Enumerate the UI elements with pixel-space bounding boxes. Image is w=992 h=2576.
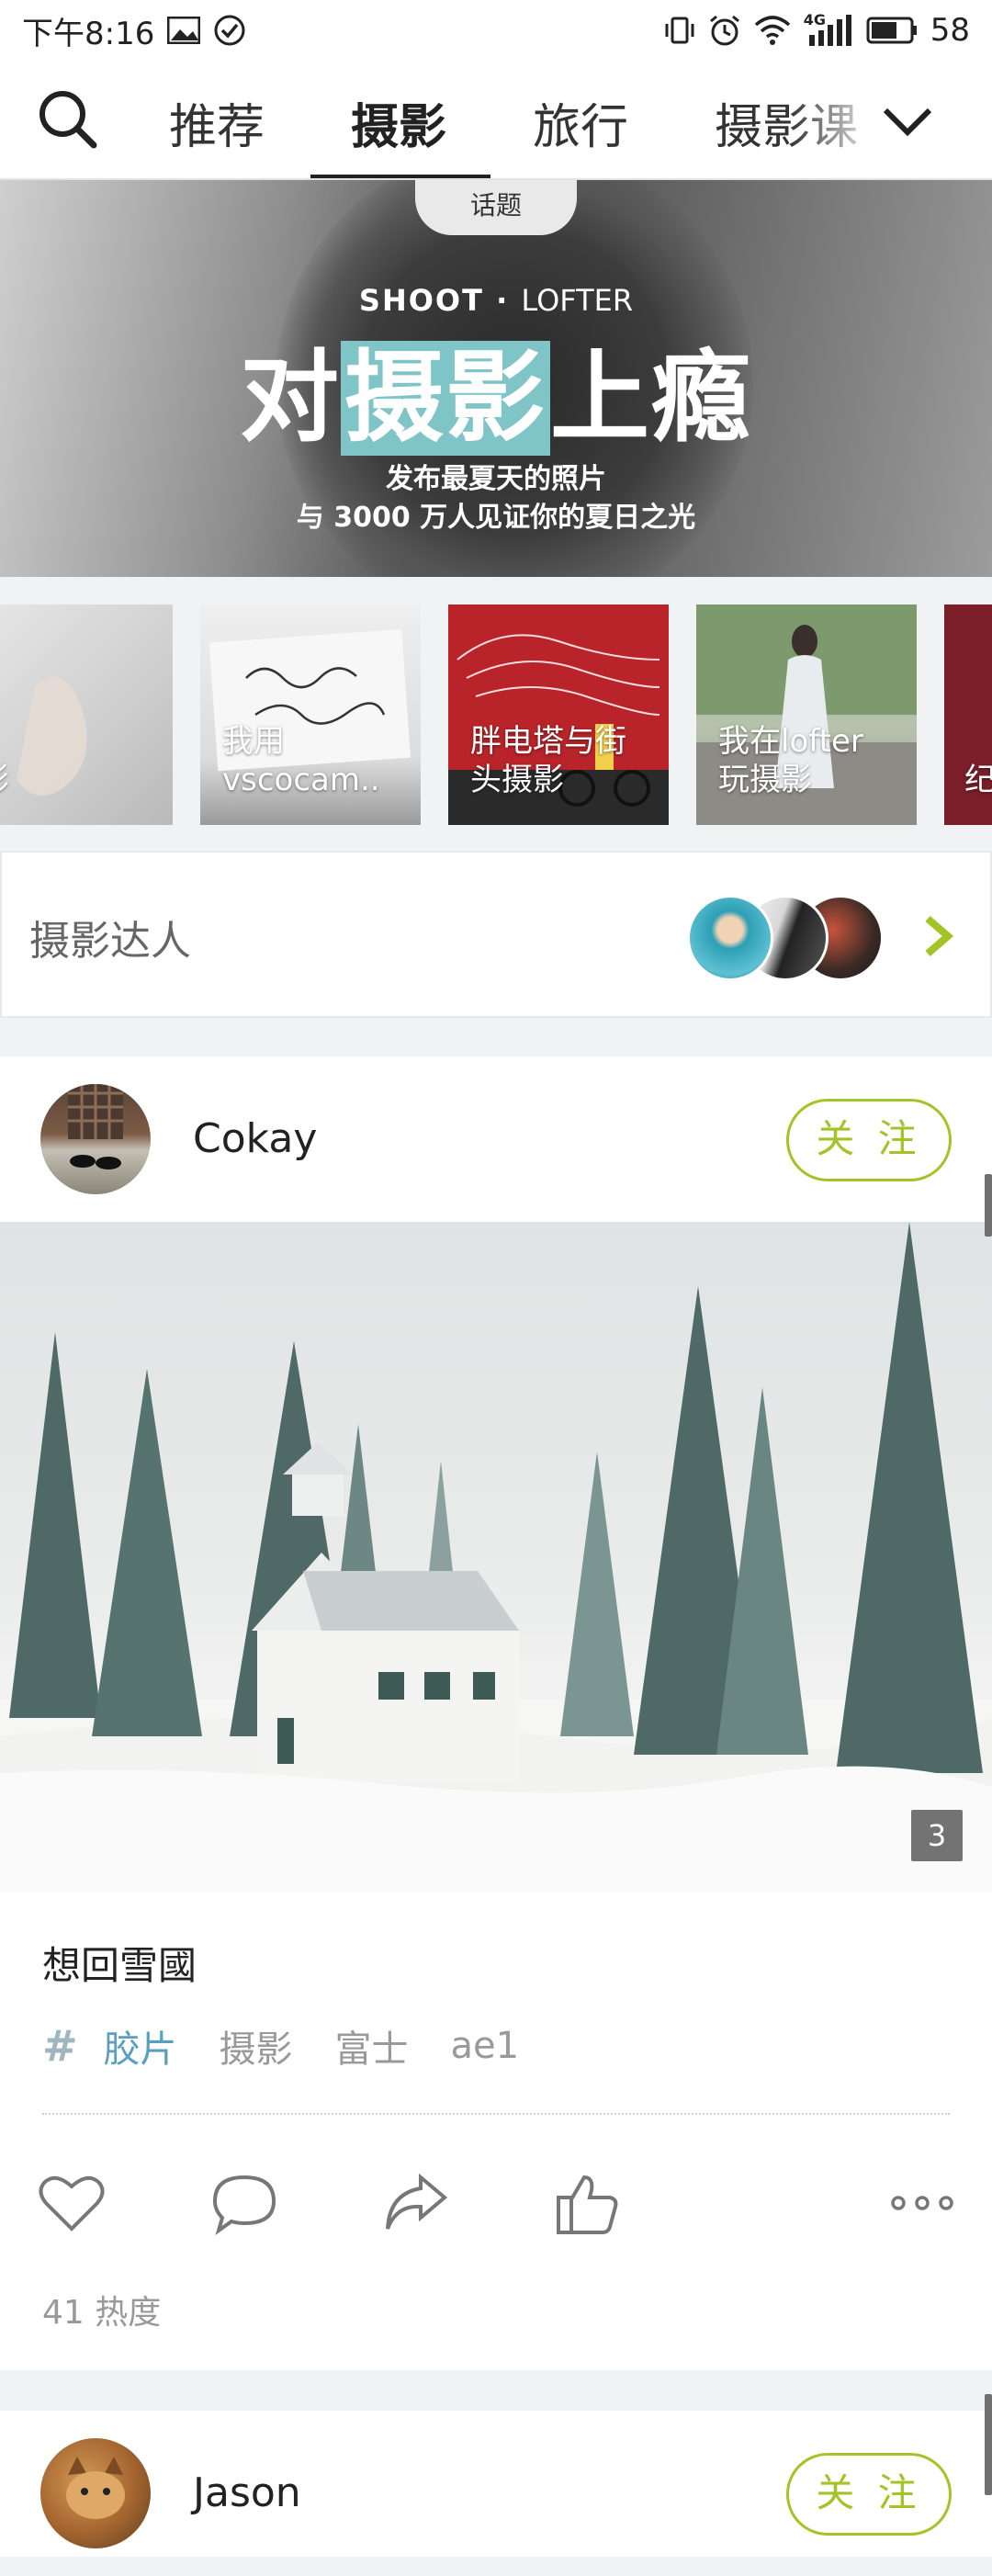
topic-carousel[interactable]: 光影 我用 vscocam.. 胖电塔与街 头摄影 我在lofter 玩摄影 纪 — [0, 577, 992, 851]
topic-label: 纪 — [964, 762, 992, 798]
chevron-right-icon[interactable] — [920, 913, 957, 959]
avatar-image — [68, 1084, 123, 1169]
battery-icon — [866, 17, 917, 44]
check-circle-icon — [214, 15, 245, 46]
post-photo[interactable]: 3 — [0, 1222, 992, 1892]
post-header: Jason 关 注 — [0, 2411, 992, 2576]
topic-card[interactable]: 我用 vscocam.. — [200, 604, 421, 825]
brand-lofter: LOFTER — [521, 283, 634, 318]
topic-label: 光影 — [0, 761, 9, 799]
banner-subtitle-1: 发布最夏天的照片 — [386, 463, 606, 495]
banner-brand: SHOOT · LOFTER — [358, 283, 634, 318]
active-tab-indicator — [310, 175, 490, 178]
hashtag-icon: # — [42, 2021, 78, 2071]
search-icon[interactable] — [35, 86, 99, 151]
post-header: Cokay 关 注 — [0, 1056, 992, 1222]
topic-card[interactable]: 光影 — [0, 604, 173, 825]
photo-count-badge: 3 — [911, 1810, 963, 1861]
topic-card[interactable]: 胖电塔与街 头摄影 — [448, 604, 669, 825]
avatar[interactable] — [40, 1084, 151, 1194]
alarm-icon — [709, 15, 739, 46]
signal-icon: 4G — [804, 11, 853, 46]
recommend-thumbs-up-icon[interactable] — [551, 2168, 621, 2238]
topic-label: 胖电塔与街 头摄影 — [470, 723, 626, 798]
follow-button[interactable]: 关 注 — [786, 1099, 952, 1181]
follow-button[interactable]: 关 注 — [786, 2453, 952, 2536]
tab-recommend[interactable]: 推荐 — [169, 88, 265, 157]
expert-avatars[interactable] — [687, 895, 889, 981]
photography-experts-row[interactable]: 摄影达人 — [0, 851, 992, 1018]
cat-avatar-image — [66, 2457, 125, 2519]
topic-label: 我用 vscocam.. — [222, 723, 380, 798]
topic-card[interactable]: 纪 — [944, 604, 992, 825]
tag[interactable]: ae1 — [451, 2025, 520, 2067]
post-title: 想回雪國 — [42, 1943, 197, 1988]
avatar[interactable] — [40, 2438, 151, 2548]
post-tags: # 胶片 摄影 富士 ae1 — [42, 2019, 561, 2073]
post-username[interactable]: Jason — [193, 2469, 301, 2516]
brand-shoot: SHOOT — [358, 283, 484, 318]
tab-photography[interactable]: 摄影 — [351, 88, 446, 157]
status-bar: 下午8:16 4G 58 — [0, 0, 992, 61]
headline-highlight: 摄影 — [340, 341, 550, 456]
tag[interactable]: 摄影 — [220, 2019, 293, 2073]
headline-part1: 对 — [239, 341, 341, 456]
avatar — [687, 895, 773, 981]
post-card: Cokay 关 注 3 想回雪國 # 胶片 摄影 富士 ae1 41 热度 — [0, 1056, 992, 2370]
chevron-down-icon[interactable] — [880, 97, 935, 143]
share-icon[interactable] — [380, 2168, 450, 2238]
tag[interactable]: 富士 — [335, 2019, 409, 2073]
scrollbar[interactable] — [985, 1174, 992, 1237]
topic-label: 我在lofter 玩摄影 — [718, 723, 863, 798]
more-options-icon[interactable] — [887, 2168, 957, 2238]
post-card: Jason 关 注 — [0, 2411, 992, 2557]
tab-travel[interactable]: 旅行 — [533, 88, 628, 157]
post-actions — [0, 2168, 992, 2242]
hand-photo — [17, 676, 87, 796]
banner-subtitle-2: 与 3000 万人见证你的夏日之光 — [296, 502, 696, 534]
battery-level: 58 — [930, 12, 970, 49]
wifi-icon — [754, 16, 790, 45]
snowy-church-photo — [0, 1222, 992, 1892]
image-notification-icon — [167, 17, 201, 44]
status-time: 下午8:16 — [22, 15, 155, 52]
divider — [42, 2113, 950, 2115]
post-heat-count[interactable]: 41 热度 — [42, 2286, 161, 2333]
topic-banner[interactable]: 话题 SHOOT · LOFTER 对摄影上瘾 发布最夏天的照片 与 3000 … — [0, 180, 992, 577]
experts-label: 摄影达人 — [29, 918, 191, 965]
topic-badge: 话题 — [415, 180, 577, 235]
headline-part2: 上瘾 — [550, 341, 753, 456]
vibrate-icon — [665, 17, 694, 44]
tab-fade — [790, 70, 882, 171]
top-nav: 推荐 摄影 旅行 摄影课 — [0, 61, 992, 180]
topic-card[interactable]: 我在lofter 玩摄影 — [696, 604, 917, 825]
scrollbar[interactable] — [985, 2394, 992, 2495]
comment-icon[interactable] — [209, 2168, 279, 2238]
banner-headline: 对摄影上瘾 — [0, 318, 992, 461]
tag[interactable]: 胶片 — [104, 2019, 177, 2073]
like-heart-icon[interactable] — [37, 2168, 107, 2238]
post-username[interactable]: Cokay — [193, 1115, 317, 1162]
